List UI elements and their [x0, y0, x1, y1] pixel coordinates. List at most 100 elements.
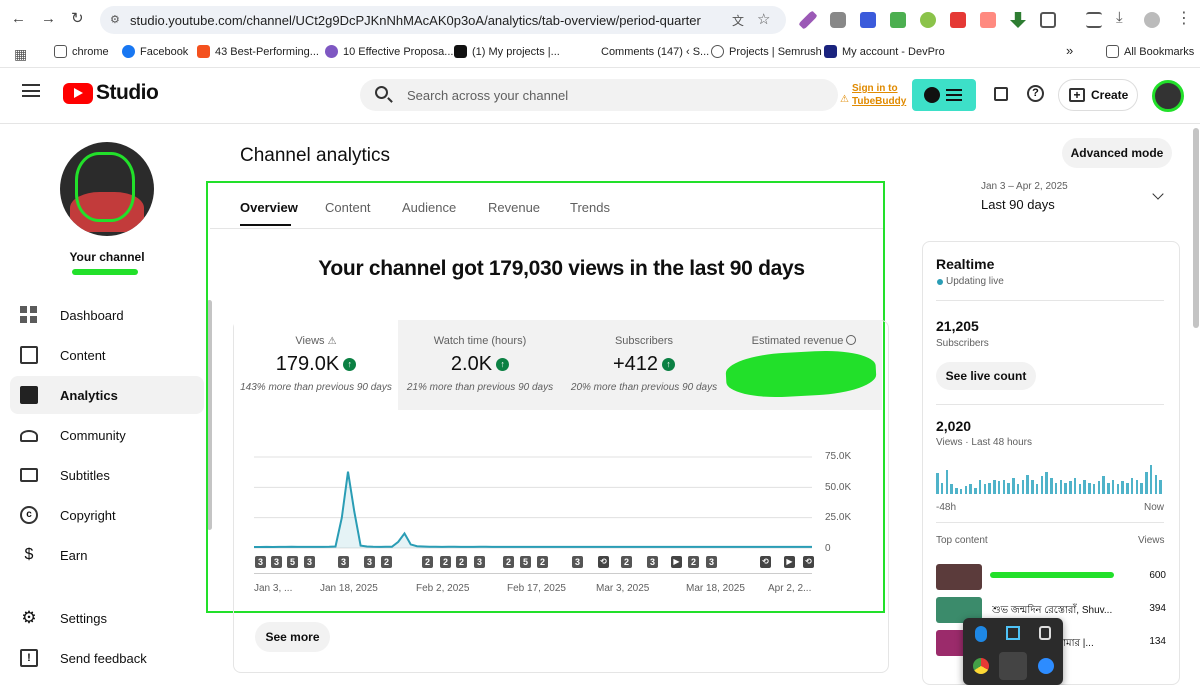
extension-g-icon[interactable] — [980, 12, 996, 28]
top-content-row[interactable]: 600 — [936, 564, 1166, 594]
network-monitor-icon[interactable] — [1006, 626, 1020, 640]
webcam-icon[interactable] — [1039, 626, 1051, 640]
search-input[interactable]: Search across your channel — [360, 79, 838, 111]
views-headline: Your channel got 179,030 views in the la… — [318, 257, 805, 280]
chrome-tray-icon[interactable] — [973, 658, 989, 674]
video-marker[interactable]: 2 — [440, 556, 451, 568]
reading-list-icon[interactable] — [1086, 12, 1102, 28]
profile-avatar-icon[interactable] — [1144, 12, 1160, 28]
tab-overview[interactable]: Overview — [240, 200, 298, 215]
bookmark-best-performing[interactable]: 43 Best-Performing... — [197, 45, 319, 58]
pen-tray-icon[interactable] — [999, 652, 1027, 680]
metric-estimated-revenue[interactable]: Estimated revenue — [724, 320, 882, 410]
back-icon[interactable]: ← — [11, 10, 26, 27]
bookmark-devpro[interactable]: My account - DevPro — [824, 45, 945, 58]
bookmark-my-projects[interactable]: (1) My projects |... — [454, 45, 560, 58]
channel-avatar[interactable] — [60, 142, 154, 236]
play-icon[interactable]: ▶ — [784, 556, 795, 568]
sidebar-item-dashboard[interactable]: Dashboard — [10, 296, 204, 334]
video-marker[interactable]: 2 — [503, 556, 514, 568]
tubebuddy-signin-link[interactable]: Sign in to TubeBuddy — [852, 82, 906, 108]
tubebuddy-button[interactable] — [912, 79, 976, 111]
system-tray-popup — [963, 618, 1063, 685]
video-marker[interactable]: 3 — [647, 556, 658, 568]
video-marker[interactable]: 5 — [287, 556, 298, 568]
downloads-icon[interactable]: ⤓ — [1116, 9, 1123, 26]
tab-content[interactable]: Content — [325, 200, 371, 215]
upload-icon[interactable]: ⟲ — [803, 556, 814, 568]
extension-inbox-icon[interactable] — [890, 12, 906, 28]
create-button[interactable]: + Create — [1058, 79, 1138, 111]
sidebar-item-analytics[interactable]: Analytics — [10, 376, 204, 414]
extensions-puzzle-icon[interactable] — [1040, 12, 1056, 28]
zoom-tray-icon[interactable] — [1038, 658, 1054, 674]
sidebar-item-earn[interactable]: $ Earn — [10, 536, 204, 574]
video-marker[interactable]: 2 — [688, 556, 699, 568]
apps-grid-icon[interactable]: ▦ — [14, 46, 27, 63]
page-scrollbar[interactable] — [1193, 128, 1199, 328]
hamburger-menu-icon[interactable] — [22, 84, 40, 97]
extension-circle-icon[interactable] — [920, 12, 936, 28]
video-marker[interactable]: 3 — [271, 556, 282, 568]
account-avatar[interactable] — [1152, 80, 1184, 112]
site-info-icon[interactable]: ⚙ — [110, 13, 120, 26]
comments-icon[interactable] — [994, 87, 1008, 101]
bookmark-facebook[interactable]: Facebook — [122, 45, 188, 58]
address-bar[interactable]: ⚙ studio.youtube.com/channel/UCt2g9DcPJK… — [100, 6, 786, 34]
video-marker[interactable]: 2 — [621, 556, 632, 568]
metric-watch-time[interactable]: Watch time (hours) 2.0K ↑ 21% more than p… — [398, 320, 562, 410]
video-marker[interactable]: 3 — [474, 556, 485, 568]
play-icon[interactable]: ▶ — [671, 556, 682, 568]
video-marker[interactable]: 2 — [456, 556, 467, 568]
bookmark-comments[interactable]: Comments (147) ‹ S... — [583, 45, 709, 58]
see-live-count-button[interactable]: See live count — [936, 362, 1036, 390]
video-marker[interactable]: 2 — [381, 556, 392, 568]
video-marker[interactable]: 3 — [572, 556, 583, 568]
tab-audience[interactable]: Audience — [402, 200, 456, 215]
video-marker[interactable]: 5 — [520, 556, 531, 568]
date-range-picker[interactable]: Jan 3 – Apr 2, 2025 Last 90 days — [980, 180, 1172, 216]
realtime-bar — [1078, 484, 1081, 494]
reload-icon[interactable]: ↻ — [71, 9, 84, 27]
youtube-logo-icon[interactable] — [63, 83, 93, 104]
help-icon[interactable]: ? — [1027, 85, 1044, 102]
see-more-button[interactable]: See more — [255, 622, 330, 652]
forward-icon[interactable]: → — [41, 10, 56, 27]
extension-tb-icon[interactable] — [950, 12, 966, 28]
bookmark-semrush[interactable]: Projects | Semrush — [711, 45, 822, 58]
upload-icon[interactable]: ⟲ — [760, 556, 771, 568]
sidebar-item-community[interactable]: Community — [10, 416, 204, 454]
upload-icon[interactable]: ⟲ — [598, 556, 609, 568]
video-marker[interactable]: 3 — [304, 556, 315, 568]
video-marker[interactable]: 3 — [364, 556, 375, 568]
sidebar-item-copyright[interactable]: c Copyright — [10, 496, 204, 534]
extension-pen-icon[interactable] — [798, 10, 818, 30]
bluetooth-icon[interactable] — [975, 626, 987, 642]
extension-badge-icon[interactable] — [860, 12, 876, 28]
tab-trends[interactable]: Trends — [570, 200, 610, 215]
video-marker[interactable]: 2 — [422, 556, 433, 568]
bookmark-chrome[interactable]: chrome — [54, 45, 109, 58]
metric-subscribers[interactable]: Subscribers +412 ↑ 20% more than previous… — [562, 320, 726, 410]
download-arrow-icon[interactable] — [1010, 12, 1026, 28]
bookmark-proposals[interactable]: 10 Effective Proposa... — [325, 45, 453, 58]
all-bookmarks[interactable]: All Bookmarks — [1106, 45, 1194, 58]
menu-kebab-icon[interactable]: ⋮ — [1176, 8, 1192, 28]
revenue-redacted-scribble — [724, 348, 878, 400]
sidebar-item-content[interactable]: Content — [10, 336, 204, 374]
video-marker[interactable]: 3 — [338, 556, 349, 568]
camera-icon[interactable] — [830, 12, 846, 28]
advanced-mode-button[interactable]: Advanced mode — [1062, 138, 1172, 168]
bookmark-star-icon[interactable]: ☆ — [757, 10, 770, 28]
tab-revenue[interactable]: Revenue — [488, 200, 540, 215]
sidebar-item-send-feedback[interactable]: ! Send feedback — [10, 639, 204, 677]
video-marker[interactable]: 3 — [706, 556, 717, 568]
bookmarks-overflow[interactable]: » — [1066, 43, 1073, 58]
metric-views[interactable]: Views ⚠ 179.0K ↑ 143% more than previous … — [234, 320, 398, 410]
video-marker[interactable]: 3 — [255, 556, 266, 568]
x-tick-label: Mar 18, 2025 — [686, 583, 745, 594]
video-marker[interactable]: 2 — [537, 556, 548, 568]
translate-icon[interactable]: 文 — [732, 12, 744, 29]
sidebar-item-subtitles[interactable]: Subtitles — [10, 456, 204, 494]
sidebar-item-settings[interactable]: ⚙ Settings — [10, 599, 204, 637]
